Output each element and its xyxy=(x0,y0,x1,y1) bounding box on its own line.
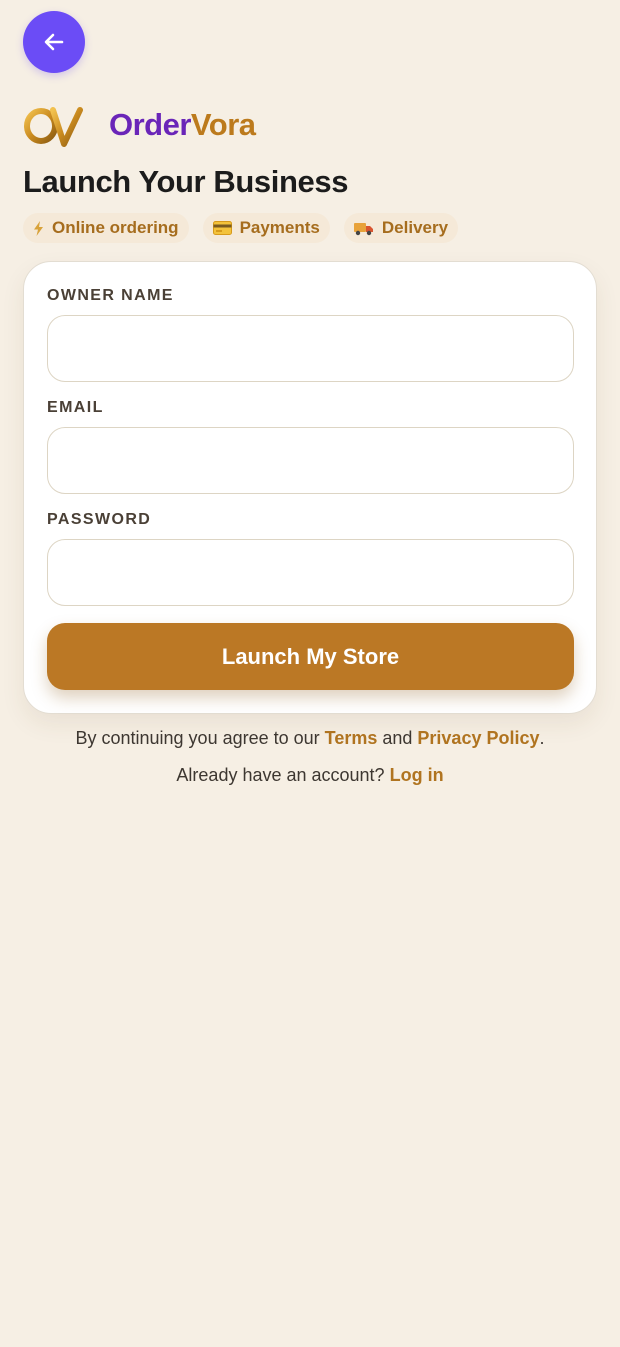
password-input[interactable] xyxy=(47,539,574,606)
owner-name-input[interactable] xyxy=(47,315,574,382)
lightning-icon xyxy=(33,220,44,236)
legal-suffix: . xyxy=(539,728,545,748)
back-button[interactable] xyxy=(23,11,85,73)
legal-notice: By continuing you agree to our Terms and… xyxy=(0,728,620,749)
launch-store-button[interactable]: Launch My Store xyxy=(47,623,574,690)
feature-chip-label: Payments xyxy=(239,218,320,237)
brand-name-part1: Order xyxy=(109,107,191,142)
brand-name-part2: Vora xyxy=(190,107,256,142)
email-label: EMAIL xyxy=(47,399,104,416)
page-title: Launch Your Business xyxy=(23,164,349,199)
feature-chips: Online ordering Payments Delivery xyxy=(23,213,459,243)
login-prompt-text: Already have an account? xyxy=(176,765,390,785)
signup-form-card: OWNER NAME EMAIL PASSWORD Launch My Stor… xyxy=(23,261,597,714)
ordervora-logo-icon xyxy=(24,107,100,147)
email-input[interactable] xyxy=(47,427,574,494)
brand-logo: OrderVora xyxy=(22,100,256,150)
terms-link[interactable]: Terms xyxy=(325,728,378,748)
feature-chip-label: Online ordering xyxy=(52,218,179,237)
log-in-link[interactable]: Log in xyxy=(390,765,444,785)
password-label: PASSWORD xyxy=(47,511,152,528)
credit-card-icon xyxy=(212,221,232,235)
feature-chip-payments: Payments xyxy=(202,213,330,243)
feature-chip-online-ordering: Online ordering xyxy=(23,213,189,243)
feature-chip-delivery: Delivery xyxy=(343,213,459,243)
privacy-policy-link[interactable]: Privacy Policy xyxy=(417,728,539,748)
signup-page: OrderVora Launch Your Business Online or… xyxy=(0,0,620,1347)
login-prompt: Already have an account? Log in xyxy=(0,765,620,786)
owner-name-label: OWNER NAME xyxy=(47,287,174,304)
feature-chip-label: Delivery xyxy=(381,218,449,237)
arrow-left-icon xyxy=(44,33,64,51)
brand-name: OrderVora xyxy=(109,107,256,143)
delivery-truck-icon xyxy=(353,221,374,236)
legal-prefix: By continuing you agree to our xyxy=(75,728,325,748)
legal-and: and xyxy=(377,728,418,748)
